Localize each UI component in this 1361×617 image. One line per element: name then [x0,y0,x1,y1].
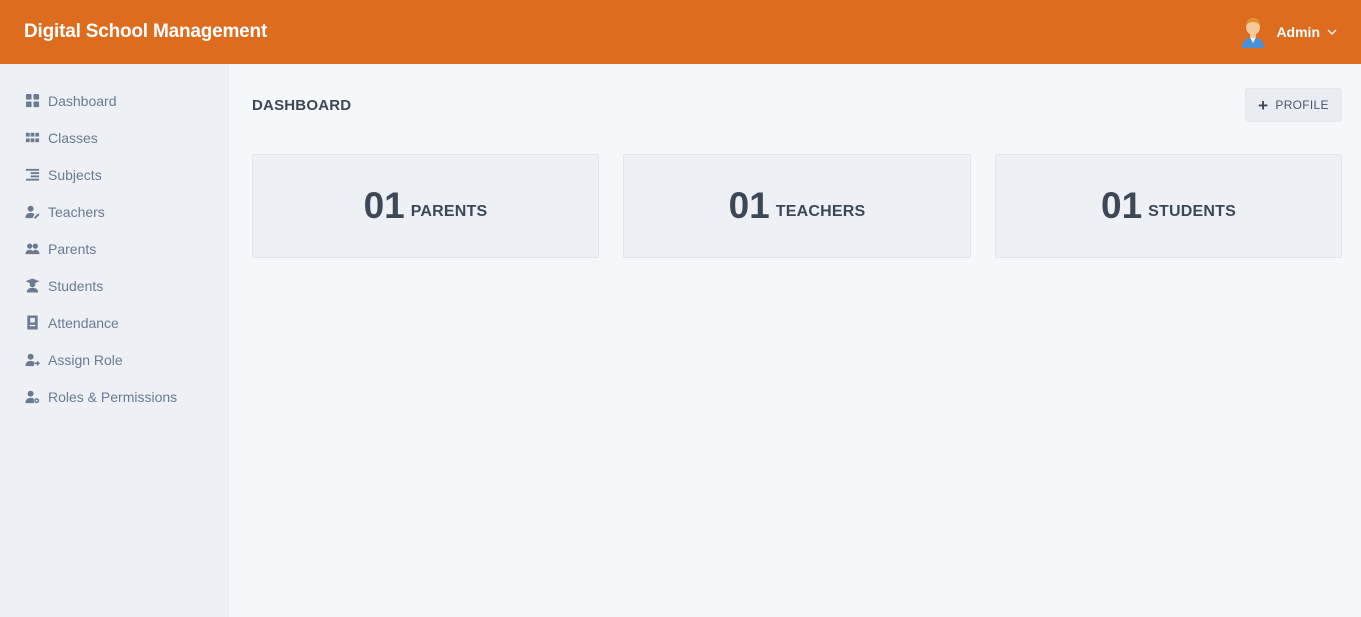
card-count: 01 [363,185,405,226]
page-title: DASHBOARD [252,97,352,114]
user-gear-icon [24,389,40,405]
card-label: PARENTS [410,203,488,220]
card-label: STUDENTS [1148,203,1236,220]
sidebar-item-label: Students [48,277,104,294]
sidebar-item-label: Dashboard [48,92,117,109]
sidebar-item-subjects[interactable]: Subjects [0,156,228,193]
app-title[interactable]: Digital School Management [24,21,267,43]
sidebar: Dashboard Classes Subjects Teachers Pare… [0,64,229,617]
sidebar-item-teachers[interactable]: Teachers [0,193,228,230]
grid-icon [24,130,40,146]
sidebar-item-label: Parents [48,240,97,257]
user-pen-icon [24,204,40,220]
main-content: DASHBOARD + PROFILE 01 PARENTS 01 TEACHE… [229,64,1361,617]
address-book-icon [24,315,40,331]
sidebar-item-assign-role[interactable]: Assign Role [0,341,228,378]
profile-button-label: PROFILE [1275,98,1329,112]
dashboard-icon [24,93,40,109]
user-menu[interactable]: Admin [1238,16,1337,48]
sidebar-item-label: Classes [48,129,98,146]
sidebar-item-label: Teachers [48,203,105,220]
sidebar-item-dashboard[interactable]: Dashboard [0,82,228,119]
user-avatar-icon [1242,18,1265,48]
graduate-icon [24,278,40,294]
card-count: 01 [1101,185,1143,226]
plus-icon: + [1258,95,1269,115]
card-label: TEACHERS [775,203,866,220]
top-navbar: Digital School Management Admin [0,0,1361,64]
sidebar-item-students[interactable]: Students [0,267,228,304]
user-arrow-icon [24,352,40,368]
list-indent-icon [24,167,40,183]
teachers-count-card[interactable]: 01 TEACHERS [623,154,971,258]
students-count-card[interactable]: 01 STUDENTS [995,154,1342,258]
sidebar-item-attendance[interactable]: Attendance [0,304,228,341]
sidebar-item-classes[interactable]: Classes [0,119,228,156]
sidebar-item-label: Assign Role [48,351,123,368]
profile-button[interactable]: + PROFILE [1245,88,1342,122]
sidebar-item-label: Subjects [48,166,102,183]
sidebar-item-parents[interactable]: Parents [0,230,228,267]
users-icon [24,241,40,257]
sidebar-item-label: Roles & Permissions [48,388,178,405]
parents-count-card[interactable]: 01 PARENTS [252,154,599,258]
sidebar-item-label: Attendance [48,314,119,331]
user-name: Admin [1276,24,1320,40]
chevron-down-icon [1327,29,1337,35]
card-count: 01 [728,185,770,226]
sidebar-item-roles-permissions[interactable]: Roles & Permissions [0,378,228,415]
